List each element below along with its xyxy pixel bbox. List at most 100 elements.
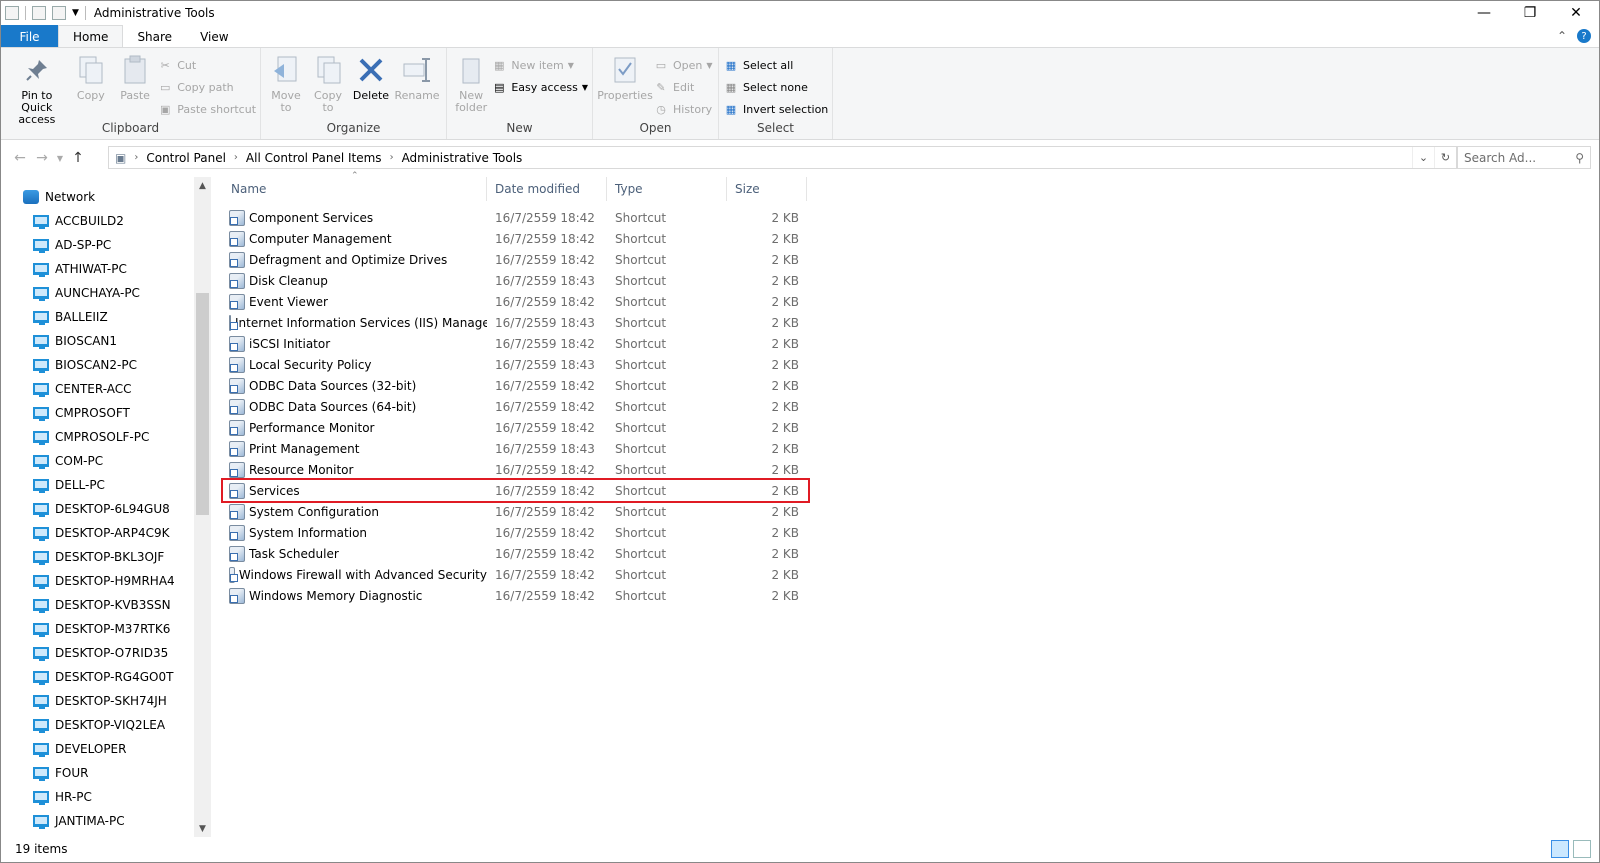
large-icons-view-icon[interactable] (1573, 840, 1591, 858)
breadcrumb-admin-tools[interactable]: Administrative Tools (402, 151, 523, 165)
up-arrow-icon[interactable]: ↑ (67, 150, 89, 166)
easy-access-button[interactable]: ▤ Easy access ▼ (491, 78, 588, 96)
nav-item-computer[interactable]: CMPROSOFT (23, 401, 193, 425)
nav-item-computer[interactable]: DESKTOP-SKH74JH (23, 689, 193, 713)
computer-icon (33, 815, 49, 829)
table-row[interactable]: Task Scheduler 16/7/2559 18:42 Shortcut 2 K… (223, 543, 808, 564)
back-arrow-icon[interactable]: ← (9, 150, 31, 166)
qat-dropdown-icon[interactable]: ▼ (72, 8, 79, 18)
details-view-icon[interactable] (1551, 840, 1569, 858)
nav-scrollbar[interactable]: ▲ ▼ (194, 177, 211, 837)
breadcrumb-control-panel[interactable]: Control Panel (146, 151, 226, 165)
nav-item-computer[interactable]: AD-SP-PC (23, 233, 193, 257)
nav-item-computer[interactable]: BIOSCAN1 (23, 329, 193, 353)
select-all-button[interactable]: ▦ Select all (723, 56, 828, 74)
collapse-ribbon-icon[interactable]: ⌃ (1557, 29, 1567, 43)
nav-item-computer[interactable]: CENTER-ACC (23, 377, 193, 401)
table-row[interactable]: System Information 16/7/2559 18:42 Shortcu… (223, 522, 808, 543)
forward-arrow-icon[interactable]: → (31, 150, 53, 166)
file-type: Shortcut (615, 357, 667, 372)
nav-item-computer[interactable]: ATHIWAT-PC (23, 257, 193, 281)
table-row[interactable]: Event Viewer 16/7/2559 18:42 Shortcut 2 KB (223, 291, 808, 312)
nav-item-computer[interactable]: CMPROSOLF-PC (23, 425, 193, 449)
paste-shortcut-button[interactable]: ▣ Paste shortcut (157, 100, 256, 118)
nav-item-computer[interactable]: DESKTOP-6L94GU8 (23, 497, 193, 521)
nav-item-computer[interactable]: DELL-PC (23, 473, 193, 497)
select-all-label: Select all (743, 58, 794, 72)
nav-item-computer[interactable]: DESKTOP-H9MRHA4 (23, 569, 193, 593)
new-folder-qat-icon[interactable] (52, 6, 66, 20)
nav-item-computer[interactable]: HR-PC (23, 785, 193, 809)
table-row[interactable]: iSCSI Initiator 16/7/2559 18:42 Shortcut 2 … (223, 333, 808, 354)
nav-item-computer[interactable]: BIOSCAN2-PC (23, 353, 193, 377)
breadcrumb-all-items[interactable]: All Control Panel Items (246, 151, 382, 165)
table-row[interactable]: ODBC Data Sources (32-bit) 16/7/2559 18:4… (223, 375, 808, 396)
properties-qat-icon[interactable] (32, 6, 46, 20)
nav-item-computer[interactable]: DESKTOP-O7RID35 (23, 641, 193, 665)
scroll-down-icon[interactable]: ▼ (194, 820, 211, 837)
nav-item-computer[interactable]: DESKTOP-ARP4C9K (23, 521, 193, 545)
nav-item-computer[interactable]: DESKTOP-KVB3SSN (23, 593, 193, 617)
invert-selection-button[interactable]: ▦ Invert selection (723, 100, 828, 118)
nav-item-computer[interactable]: AUNCHAYA-PC (23, 281, 193, 305)
recent-locations-icon[interactable]: ▼ (53, 154, 67, 163)
file-size: 2 KB (771, 441, 799, 456)
chevron-right-icon[interactable]: › (390, 152, 394, 163)
open-button[interactable]: ▭ Open ▼ (653, 56, 713, 74)
address-dropdown-icon[interactable]: ⌄ (1412, 147, 1434, 168)
close-icon[interactable]: ✕ (1553, 1, 1599, 25)
refresh-icon[interactable]: ↻ (1434, 147, 1456, 168)
table-row[interactable]: Component Services 16/7/2559 18:42 Shortcu… (223, 207, 808, 228)
scroll-up-icon[interactable]: ▲ (194, 177, 211, 194)
table-row[interactable]: Performance Monitor 16/7/2559 18:42 Shortc… (223, 417, 808, 438)
tab-share[interactable]: Share (123, 25, 186, 48)
tab-view[interactable]: View (186, 25, 242, 48)
tab-home[interactable]: Home (58, 25, 124, 48)
nav-item-computer[interactable]: DESKTOP-RG4GO0T (23, 665, 193, 689)
table-row[interactable]: Internet Information Services (IIS) Mana… (223, 312, 808, 333)
nav-item-computer[interactable]: FOUR (23, 761, 193, 785)
table-row-highlighted[interactable]: Services 16/7/2559 18:42 Shortcut 2 KB (221, 478, 810, 503)
search-box[interactable]: Search Ad... ⚲ (1457, 146, 1591, 169)
column-date-modified[interactable]: Date modified (487, 177, 607, 201)
file-name-cell: ODBC Data Sources (32-bit) (223, 377, 487, 394)
edit-button[interactable]: ✎ Edit (653, 78, 713, 96)
table-row[interactable]: Disk Cleanup 16/7/2559 18:43 Shortcut 2 KB (223, 270, 808, 291)
table-row[interactable]: Print Management 16/7/2559 18:43 Shortcut 2… (223, 438, 808, 459)
chevron-right-icon[interactable]: › (134, 152, 138, 163)
table-row[interactable]: Local Security Policy 16/7/2559 18:43 Shor… (223, 354, 808, 375)
column-size[interactable]: Size (727, 177, 807, 201)
nav-item-computer[interactable]: DESKTOP-BKL3OJF (23, 545, 193, 569)
cut-button[interactable]: ✂ Cut (157, 56, 256, 74)
nav-item-computer[interactable]: DESKTOP-M37RTK6 (23, 617, 193, 641)
nav-item-computer[interactable]: COM-PC (23, 449, 193, 473)
table-row[interactable]: Windows Firewall with Advanced Security 1… (223, 564, 808, 585)
table-row[interactable]: Windows Memory Diagnostic 16/7/2559 18:42… (223, 585, 808, 606)
minimize-icon[interactable]: — (1461, 1, 1507, 25)
table-row[interactable]: Computer Management 16/7/2559 18:42 Shortc… (223, 228, 808, 249)
copy-path-button[interactable]: ▭ Copy path (157, 78, 256, 96)
restore-icon[interactable]: ❐ (1507, 1, 1553, 25)
tab-file[interactable]: File (1, 25, 58, 48)
app-icon[interactable] (5, 6, 19, 20)
column-type[interactable]: Type (607, 177, 727, 201)
table-row[interactable]: System Configuration 16/7/2559 18:42 Short… (223, 501, 808, 522)
table-row[interactable]: ODBC Data Sources (64-bit) 16/7/2559 18:4… (223, 396, 808, 417)
nav-item-network[interactable]: Network (23, 185, 193, 209)
history-button[interactable]: ◷ History (653, 100, 713, 118)
chevron-right-icon[interactable]: › (234, 152, 238, 163)
scroll-thumb[interactable] (196, 293, 209, 515)
table-row[interactable]: Resource Monitor 16/7/2559 18:42 Shortcut 2… (223, 459, 808, 480)
select-none-button[interactable]: ▦ Select none (723, 78, 828, 96)
shortcut-icon (229, 440, 245, 457)
search-icon[interactable]: ⚲ (1575, 151, 1584, 165)
help-icon[interactable]: ? (1577, 29, 1591, 43)
nav-item-computer[interactable]: JANTIMA-PC (23, 809, 193, 833)
nav-item-computer[interactable]: ACCBUILD2 (23, 209, 193, 233)
nav-item-computer[interactable]: DEVELOPER (23, 737, 193, 761)
new-item-button[interactable]: ▦ New item ▼ (491, 56, 588, 74)
address-bar[interactable]: ▣ › Control Panel › All Control Panel It… (108, 146, 1457, 169)
nav-item-computer[interactable]: BALLEIIZ (23, 305, 193, 329)
nav-item-computer[interactable]: DESKTOP-VIQ2LEA (23, 713, 193, 737)
table-row[interactable]: Defragment and Optimize Drives 16/7/2559 … (223, 249, 808, 270)
